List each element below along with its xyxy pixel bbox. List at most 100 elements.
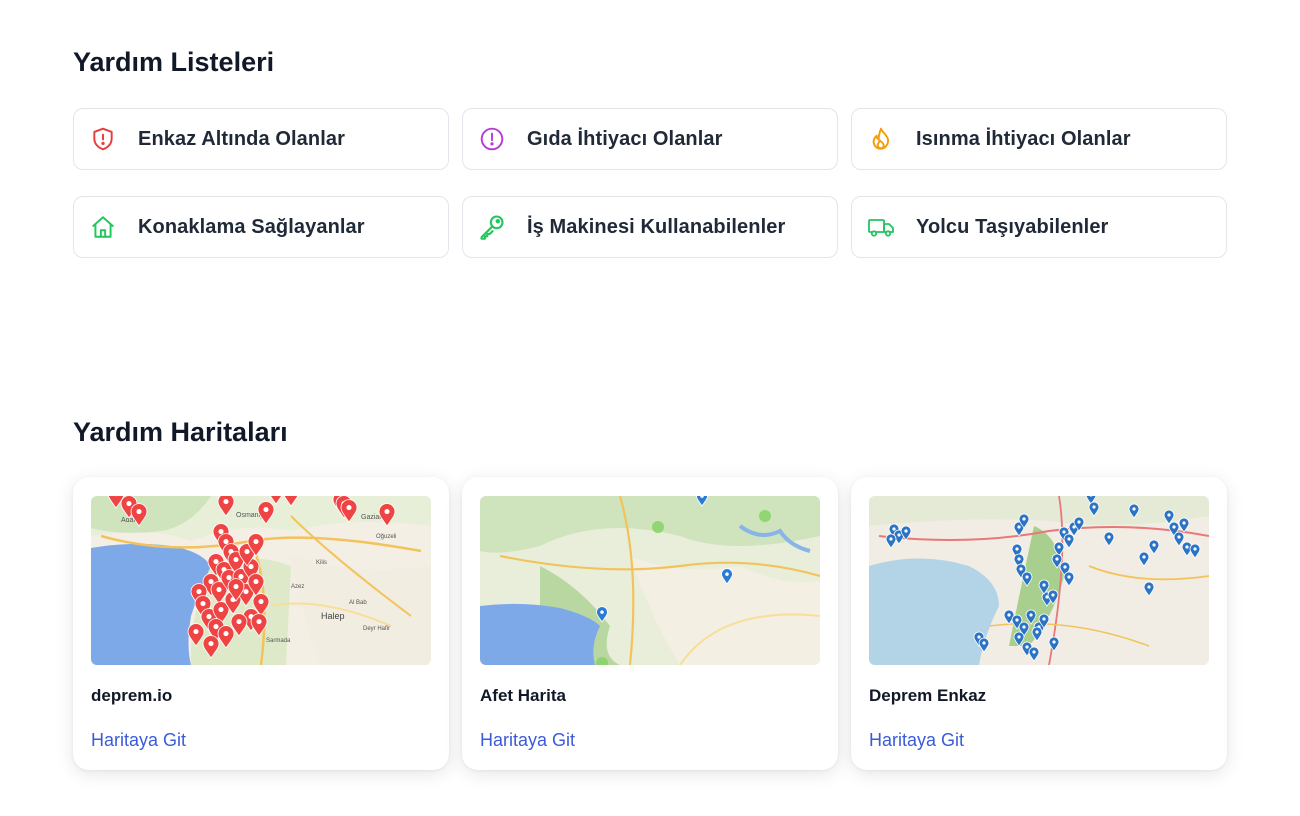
map-marker-dot <box>982 641 986 645</box>
map-thumbnail[interactable]: Halep Adana Osmaniye Gaziantep Oğuzeli A… <box>91 496 431 665</box>
map-marker-dot <box>1132 507 1136 511</box>
map-marker-dot <box>1035 630 1039 634</box>
map-marker-dot <box>248 564 254 570</box>
map-place-label: Halep <box>321 611 345 621</box>
map-marker-dot <box>1042 583 1046 587</box>
map-card-name: Deprem Enkaz <box>869 686 987 705</box>
list-card-label: Yolcu Taşıyabilenler <box>916 215 1109 238</box>
map-marker-dot <box>258 599 264 605</box>
map-marker-dot <box>1019 567 1023 571</box>
map-thumbnail[interactable] <box>480 496 820 665</box>
go-to-map-link[interactable]: Haritaya Git <box>480 730 575 751</box>
map-marker-dot <box>1177 535 1181 539</box>
go-to-map-link[interactable]: Haritaya Git <box>91 730 186 751</box>
list-card-label: Enkaz Altında Olanlar <box>138 127 345 150</box>
map-marker-dot <box>244 549 250 555</box>
go-to-map-link[interactable]: Haritaya Git <box>869 730 964 751</box>
list-card-label: İş Makinesi Kullanabilenler <box>527 215 786 238</box>
map-marker-dot <box>208 641 214 647</box>
map-marker-dot <box>1147 585 1151 589</box>
map-place-label: Azez <box>291 584 304 590</box>
map-marker-dot <box>216 587 222 593</box>
map-marker-dot <box>213 559 219 565</box>
map-marker-dot <box>208 579 214 585</box>
exclamation-circle-icon <box>478 125 506 153</box>
map-marker-dot <box>253 539 259 545</box>
map-marker-dot <box>897 533 901 537</box>
list-card-food-needs[interactable]: Gıda İhtiyacı Olanlar <box>462 108 838 170</box>
list-card-machinery[interactable]: İş Makinesi Kullanabilenler <box>462 196 838 258</box>
map-marker-dot <box>226 575 232 581</box>
help-maps-title: Yardım Haritaları <box>73 417 288 447</box>
map-card-deprem-io[interactable]: Halep Adana Osmaniye Gaziantep Oğuzeli A… <box>73 477 449 770</box>
flame-icon <box>867 125 895 153</box>
map-marker-dot <box>1042 617 1046 621</box>
list-card-accommodation[interactable]: Konaklama Sağlayanlar <box>73 196 449 258</box>
map-marker-dot <box>1167 513 1171 517</box>
map-marker-dot <box>223 631 229 637</box>
map-marker-dot <box>243 589 249 595</box>
help-maps-grid: Halep Adana Osmaniye Gaziantep Oğuzeli A… <box>73 477 1228 770</box>
map-marker-dot <box>1022 517 1026 521</box>
map-marker-dot <box>384 509 390 515</box>
list-card-label: Gıda İhtiyacı Olanlar <box>527 127 723 150</box>
map-marker-dot <box>346 505 352 511</box>
map-marker-dot <box>1067 575 1071 579</box>
map-place-label: Al Bab <box>349 600 367 606</box>
list-card-transport[interactable]: Yolcu Taşıyabilenler <box>851 196 1227 258</box>
map-marker-dot <box>1182 521 1186 525</box>
map-marker-dot <box>1025 645 1029 649</box>
list-card-label: Isınma İhtiyacı Olanlar <box>916 127 1131 150</box>
map-thumbnail[interactable] <box>869 496 1209 665</box>
list-card-heating-needs[interactable]: Isınma İhtiyacı Olanlar <box>851 108 1227 170</box>
list-card-label: Konaklama Sağlayanlar <box>138 215 365 238</box>
map-marker-dot <box>1185 545 1189 549</box>
map-marker-dot <box>1062 530 1066 534</box>
map-marker-dot <box>892 527 896 531</box>
map-marker-dot <box>1092 505 1096 509</box>
map-marker-dot <box>1017 525 1021 529</box>
map-marker-dot <box>233 584 239 590</box>
map-marker-dot <box>233 557 239 563</box>
map-marker-dot <box>1152 543 1156 547</box>
help-lists-grid: Enkaz Altında Olanlar Gıda İhtiyacı Olan… <box>73 108 1228 258</box>
map-marker-dot <box>223 499 229 505</box>
home-icon <box>89 213 117 241</box>
map-card-name: Afet Harita <box>480 686 566 705</box>
map-marker-dot <box>1067 537 1071 541</box>
map-marker-dot <box>1022 625 1026 629</box>
map-cluster <box>652 521 664 533</box>
map-marker-dot <box>1055 557 1059 561</box>
map-marker-dot <box>1193 547 1197 551</box>
map-card-deprem-enkaz[interactable]: Deprem Enkaz Haritaya Git <box>851 477 1227 770</box>
map-marker-dot <box>904 529 908 533</box>
map-marker-dot <box>238 574 244 580</box>
help-lists-title: Yardım Listeleri <box>73 47 275 77</box>
list-card-under-rubble[interactable]: Enkaz Altında Olanlar <box>73 108 449 170</box>
map-place-label: Kilis <box>316 560 327 566</box>
map-marker-dot <box>1007 613 1011 617</box>
map-marker-dot <box>263 507 269 513</box>
map-marker-dot <box>1172 525 1176 529</box>
map-marker-dot <box>1029 613 1033 617</box>
map-marker-dot <box>977 635 981 639</box>
map-marker-dot <box>206 614 212 620</box>
map-marker-dot <box>725 572 729 576</box>
map-marker-dot <box>1017 557 1021 561</box>
map-marker-dot <box>600 610 604 614</box>
map-marker-dot <box>1142 555 1146 559</box>
map-marker-dot <box>1057 545 1061 549</box>
map-place-label: Deyr Hafir <box>363 626 390 632</box>
map-marker-dot <box>253 579 259 585</box>
map-card-name: deprem.io <box>91 686 173 705</box>
map-card-afet-harita[interactable]: Afet Harita Haritaya Git <box>462 477 838 770</box>
map-marker-dot <box>236 619 242 625</box>
map-marker-dot <box>1107 535 1111 539</box>
map-marker-dot <box>223 539 229 545</box>
map-marker-dot <box>200 601 206 607</box>
truck-icon <box>867 213 895 241</box>
map-marker-dot <box>1025 575 1029 579</box>
map-place-label: Sarmada <box>266 638 291 644</box>
shield-alert-icon <box>89 125 117 153</box>
map-place-label: Oğuzeli <box>376 534 396 540</box>
